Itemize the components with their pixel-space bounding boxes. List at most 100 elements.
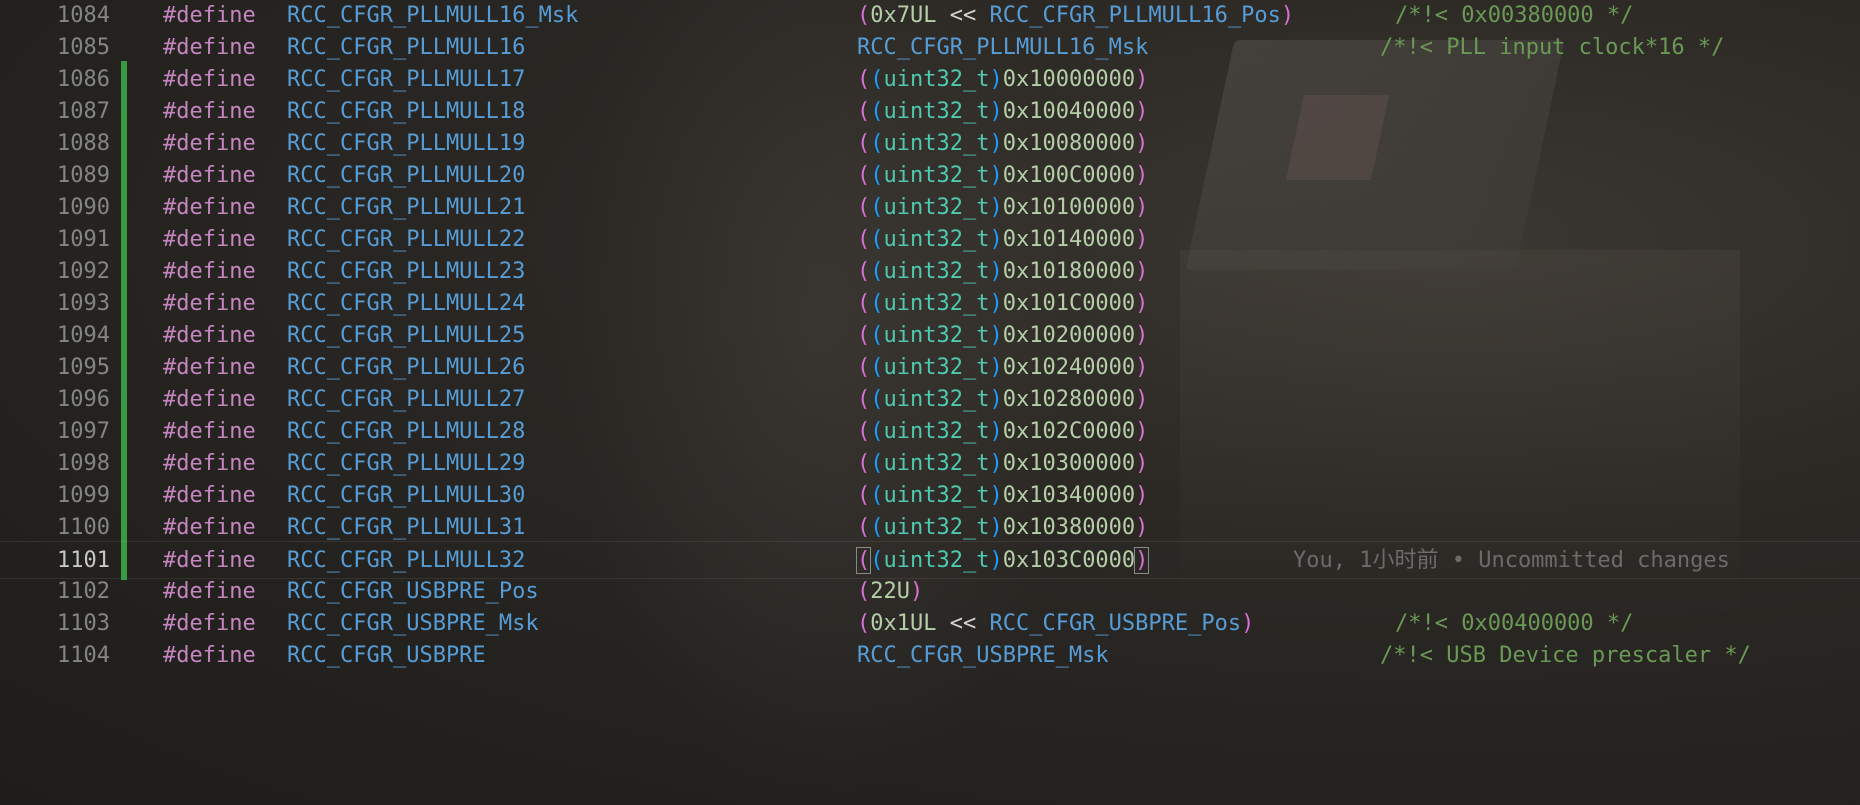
type-name: uint32_t <box>883 163 990 188</box>
paren-open: ( <box>857 259 871 284</box>
type-name: uint32_t <box>883 548 990 573</box>
hex-literal: 0x103C0000 <box>1002 548 1136 573</box>
paren-close: ) <box>1135 323 1149 348</box>
paren-close: ) <box>989 387 1003 412</box>
paren-close: ) <box>989 323 1003 348</box>
paren-open: ( <box>857 355 871 380</box>
paren-open: ( <box>870 515 884 540</box>
type-name: uint32_t <box>883 195 990 220</box>
macro-reference: RCC_CFGR_USBPRE_Msk <box>857 643 1109 668</box>
paren-close: ) <box>989 451 1003 476</box>
paren-close: ) <box>1135 195 1149 220</box>
paren-close: ) <box>989 259 1003 284</box>
type-name: uint32_t <box>883 515 990 540</box>
macro-reference: RCC_CFGR_PLLMULL16_Pos <box>989 3 1281 28</box>
shift-operator: << <box>936 611 990 636</box>
paren-open: ( <box>870 163 884 188</box>
paren-close: ) <box>1135 291 1149 316</box>
paren-close: ) <box>1135 131 1149 156</box>
paren-open: ( <box>870 451 884 476</box>
hex-literal: 0x10140000 <box>1002 227 1136 252</box>
type-name: uint32_t <box>883 387 990 412</box>
paren-open: ( <box>857 99 871 124</box>
paren-close: ) <box>989 483 1003 508</box>
paren-open: ( <box>857 579 871 604</box>
code-editor[interactable]: 1084 #define RCC_CFGR_PLLMULL16_Msk (0x7UL … <box>0 0 1860 805</box>
hex-literal: 0x10180000 <box>1002 259 1136 284</box>
paren-open: ( <box>870 355 884 380</box>
paren-open: ( <box>870 67 884 92</box>
paren-close: ) <box>910 579 924 604</box>
hex-literal: 0x10300000 <box>1002 451 1136 476</box>
paren-close: ) <box>1135 515 1149 540</box>
paren-close: ) <box>1135 355 1149 380</box>
paren-close: ) <box>1135 387 1149 412</box>
paren-open: ( <box>857 611 871 636</box>
paren-open: ( <box>870 195 884 220</box>
paren-close: ) <box>989 548 1003 573</box>
paren-open: ( <box>857 227 871 252</box>
paren-open: ( <box>870 99 884 124</box>
hex-literal: 0x100C0000 <box>1002 163 1136 188</box>
paren-open: ( <box>870 548 884 573</box>
paren-close: ) <box>989 67 1003 92</box>
paren-open: ( <box>857 323 871 348</box>
hex-literal: 0x10000000 <box>1002 67 1136 92</box>
paren-open: ( <box>857 451 871 476</box>
paren-close: ) <box>1135 483 1149 508</box>
paren-close: ) <box>1135 163 1149 188</box>
paren-close: ) <box>989 163 1003 188</box>
paren-close: ) <box>989 515 1003 540</box>
paren-open: ( <box>855 547 872 574</box>
type-name: uint32_t <box>883 227 990 252</box>
hex-literal: 0x10080000 <box>1002 131 1136 156</box>
paren-open: ( <box>857 419 871 444</box>
paren-close: ) <box>989 227 1003 252</box>
paren-close: ) <box>1280 3 1295 28</box>
paren-close: ) <box>989 99 1003 124</box>
paren-close: ) <box>1241 611 1255 636</box>
hex-literal: 0x7UL <box>870 3 937 28</box>
type-name: uint32_t <box>883 291 990 316</box>
type-name: uint32_t <box>883 451 990 476</box>
hex-literal: 0x10200000 <box>1002 323 1136 348</box>
type-name: uint32_t <box>883 419 990 444</box>
paren-open: ( <box>870 387 884 412</box>
paren-open: ( <box>857 131 871 156</box>
paren-close: ) <box>1135 99 1149 124</box>
type-name: uint32_t <box>883 131 990 156</box>
paren-close: ) <box>1134 547 1150 574</box>
type-name: uint32_t <box>883 99 990 124</box>
paren-open: ( <box>857 195 871 220</box>
hex-literal: 0x102C0000 <box>1002 419 1136 444</box>
number-literal: 22U <box>870 579 910 604</box>
paren-open: ( <box>870 291 884 316</box>
paren-close: ) <box>989 419 1003 444</box>
paren-open: ( <box>870 259 884 284</box>
preprocessor-keyword: #define <box>163 643 256 668</box>
paren-open: ( <box>857 67 871 92</box>
paren-open: ( <box>870 419 884 444</box>
paren-close: ) <box>989 355 1003 380</box>
paren-open: ( <box>857 3 871 28</box>
hex-literal: 0x10040000 <box>1002 99 1136 124</box>
hex-literal: 0x10100000 <box>1002 195 1136 220</box>
code-line[interactable]: 1104 #define RCC_CFGR_USBPRE RCC_CFGR_USBPR… <box>0 637 1860 675</box>
macro-reference: RCC_CFGR_USBPRE_Pos <box>989 611 1242 636</box>
line-number[interactable]: 1104 <box>0 637 110 675</box>
paren-close: ) <box>1135 227 1149 252</box>
paren-open: ( <box>870 483 884 508</box>
paren-open: ( <box>857 515 871 540</box>
paren-open: ( <box>870 131 884 156</box>
macro-value: RCC_CFGR_USBPRE_Msk <box>857 637 1109 675</box>
hex-literal: 0x101C0000 <box>1002 291 1136 316</box>
type-name: uint32_t <box>883 323 990 348</box>
paren-close: ) <box>989 291 1003 316</box>
hex-literal: 0x10380000 <box>1002 515 1136 540</box>
paren-close: ) <box>1135 419 1149 444</box>
type-name: uint32_t <box>883 483 990 508</box>
paren-open: ( <box>857 387 871 412</box>
paren-open: ( <box>870 227 884 252</box>
shift-operator: << <box>936 3 990 28</box>
paren-close: ) <box>989 131 1003 156</box>
